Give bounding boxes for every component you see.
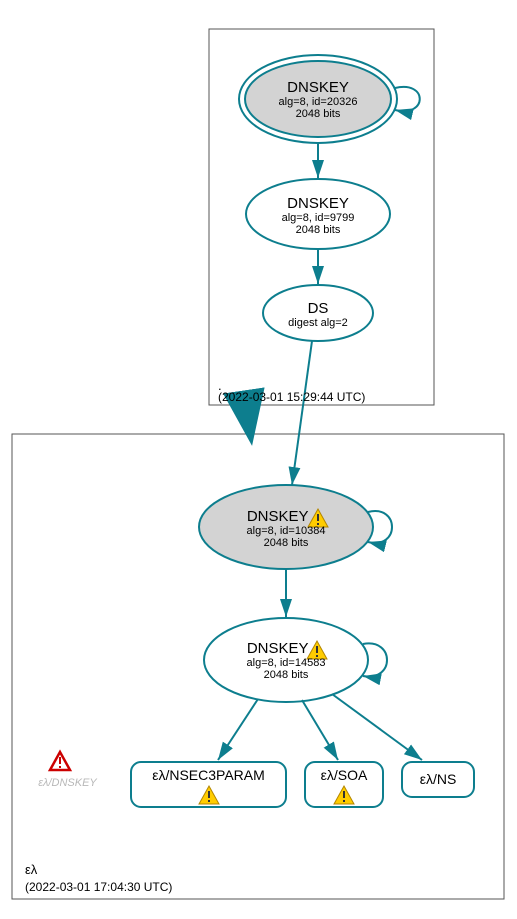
rr-soa-label: ελ/SOA	[305, 767, 383, 783]
rr-ns-label: ελ/NS	[402, 771, 474, 787]
rr-nsec3param-label: ελ/NSEC3PARAM	[131, 767, 286, 783]
node-ds-text: DS digest alg=2	[268, 300, 368, 329]
node-zsk-el-text: DNSKEY alg=8, id=14583 2048 bits	[216, 640, 356, 681]
node-zsk-root-text: DNSKEY alg=8, id=9799 2048 bits	[258, 195, 378, 236]
zone-el-name: ελ	[25, 862, 37, 877]
zone-el-timestamp: (2022-03-01 17:04:30 UTC)	[25, 880, 172, 894]
zone-root-timestamp: (2022-03-01 15:29:44 UTC)	[218, 390, 365, 404]
alias-dnskey: ελ/DNSKEY	[25, 773, 110, 791]
node-ksk-root-text: DNSKEY alg=8, id=20326 2048 bits	[258, 79, 378, 120]
error-icon	[50, 752, 70, 770]
node-ksk-el-text: DNSKEY alg=8, id=10384 2048 bits	[216, 508, 356, 549]
